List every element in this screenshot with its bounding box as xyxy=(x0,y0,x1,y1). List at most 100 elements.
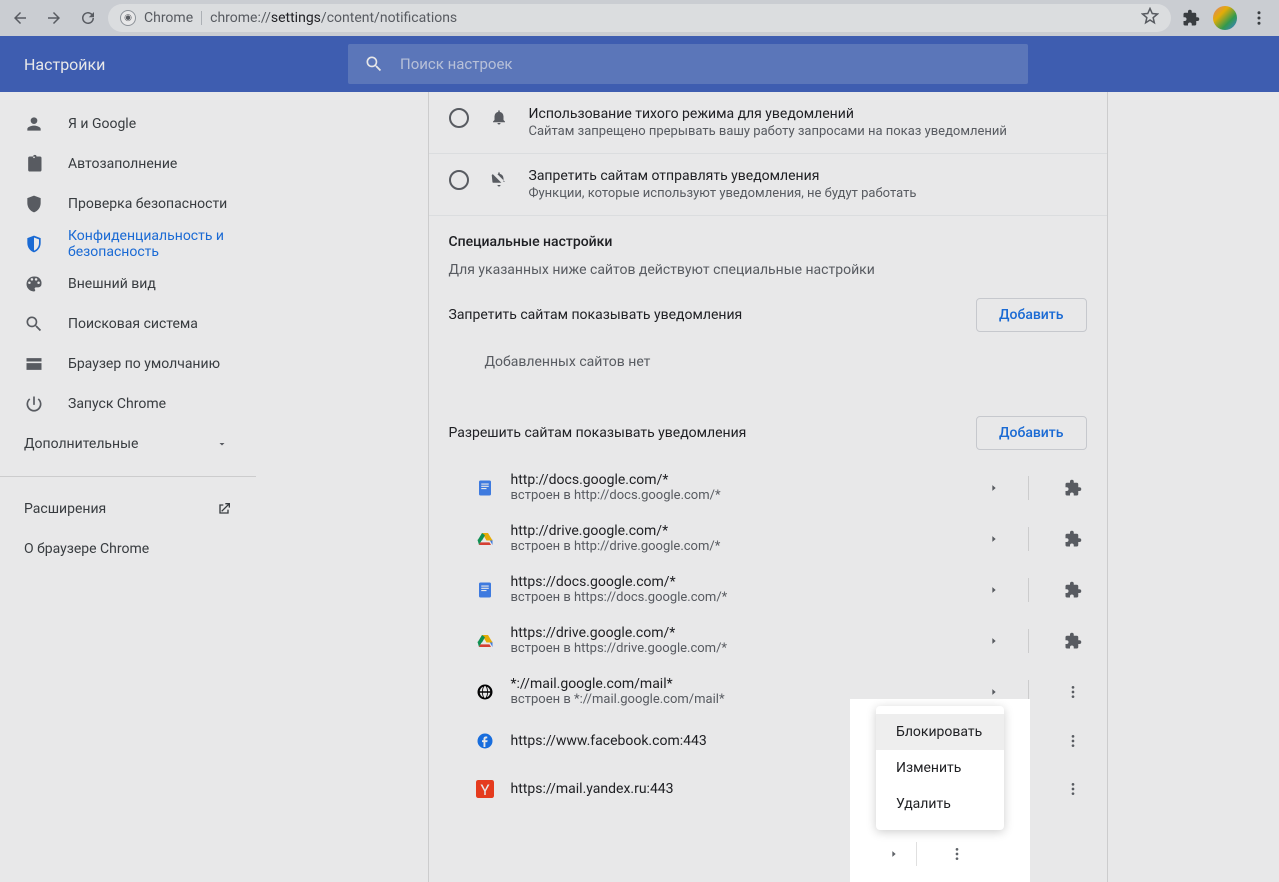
sidebar: Я и Google Автозаполнение Проверка безоп… xyxy=(0,92,256,882)
site-row[interactable]: https://drive.google.com/*встроен в http… xyxy=(429,615,1107,666)
site-favicon xyxy=(475,580,495,600)
sidebar-item-search[interactable]: Поисковая система xyxy=(0,304,256,344)
arrow-icon[interactable] xyxy=(980,525,1008,553)
add-block-button[interactable]: Добавить xyxy=(976,298,1086,332)
site-url: https://docs.google.com/* xyxy=(511,574,964,590)
bell-off-icon xyxy=(489,170,509,188)
site-favicon xyxy=(475,682,495,702)
power-icon xyxy=(24,394,44,414)
block-list-empty: Добавленных сайтов нет xyxy=(429,344,1107,380)
site-favicon xyxy=(475,779,495,799)
option-block-all[interactable]: Запретить сайтам отправлять уведомления … xyxy=(429,154,1107,216)
search-icon xyxy=(24,314,44,334)
sidebar-item-you-and-google[interactable]: Я и Google xyxy=(0,104,256,144)
site-info: https://docs.google.com/*встроен в https… xyxy=(511,574,964,605)
chrome-icon: ◉ xyxy=(120,10,136,26)
shield-icon xyxy=(24,234,44,254)
menu-item-block[interactable]: Блокировать xyxy=(876,714,1004,750)
search-box[interactable] xyxy=(348,44,1028,84)
sidebar-item-autofill[interactable]: Автозаполнение xyxy=(0,144,256,184)
divider xyxy=(1028,578,1029,602)
reload-button[interactable] xyxy=(74,4,102,32)
sidebar-item-label: Проверка безопасности xyxy=(68,196,227,212)
menu-icon[interactable] xyxy=(1245,4,1273,32)
arrow-icon[interactable] xyxy=(980,576,1008,604)
person-icon xyxy=(24,114,44,134)
menu-item-remove[interactable]: Удалить xyxy=(876,786,1004,822)
sidebar-item-label: Запуск Chrome xyxy=(68,396,166,412)
forward-button[interactable] xyxy=(40,4,68,32)
sidebar-item-label: Автозаполнение xyxy=(68,156,177,172)
search-icon xyxy=(364,54,384,74)
sidebar-item-label: Я и Google xyxy=(68,116,136,132)
menu-item-edit[interactable]: Изменить xyxy=(876,750,1004,786)
sidebar-link-extensions[interactable]: Расширения xyxy=(0,489,256,529)
site-row[interactable]: http://drive.google.com/*встроен в http:… xyxy=(429,513,1107,564)
site-url: http://drive.google.com/* xyxy=(511,523,964,539)
divider xyxy=(0,476,256,477)
address-bar[interactable]: ◉ Chrome chrome://settings/content/notif… xyxy=(108,4,1171,32)
site-url: http://docs.google.com/* xyxy=(511,472,964,488)
arrow-icon[interactable] xyxy=(980,474,1008,502)
more-icon[interactable] xyxy=(1059,727,1087,755)
sidebar-link-about[interactable]: О браузере Chrome xyxy=(0,529,256,569)
extensions-icon[interactable] xyxy=(1177,4,1205,32)
option-quiet-mode[interactable]: Использование тихого режима для уведомле… xyxy=(429,92,1107,154)
sidebar-item-label: Дополнительные xyxy=(24,436,138,452)
site-row[interactable]: https://docs.google.com/*встроен в https… xyxy=(429,564,1107,615)
sidebar-item-advanced[interactable]: Дополнительные xyxy=(0,424,256,464)
chevron-down-icon xyxy=(212,438,232,450)
site-embed: встроен в https://docs.google.com/* xyxy=(511,590,964,605)
sidebar-item-default-browser[interactable]: Браузер по умолчанию xyxy=(0,344,256,384)
site-info: http://docs.google.com/*встроен в http:/… xyxy=(511,472,964,503)
sidebar-item-label: Поисковая система xyxy=(68,316,198,332)
site-embed: встроен в http://docs.google.com/* xyxy=(511,488,964,503)
main: Использование тихого режима для уведомле… xyxy=(256,92,1279,882)
more-icon[interactable] xyxy=(1059,775,1087,803)
site-favicon xyxy=(475,478,495,498)
site-favicon xyxy=(475,529,495,549)
window-icon xyxy=(24,354,44,374)
bell-icon xyxy=(489,108,509,126)
site-info: https://drive.google.com/*встроен в http… xyxy=(511,625,964,656)
divider xyxy=(916,842,917,866)
external-link-icon xyxy=(216,501,232,517)
add-allow-button[interactable]: Добавить xyxy=(976,416,1086,450)
extension-icon[interactable] xyxy=(1059,474,1087,502)
url-text: chrome://settings/content/notifications xyxy=(210,10,457,26)
chrome-label: Chrome xyxy=(144,10,193,26)
clipboard-icon xyxy=(24,154,44,174)
shield-check-icon xyxy=(24,194,44,214)
extension-icon[interactable] xyxy=(1059,576,1087,604)
site-url: *://mail.google.com/mail* xyxy=(511,676,964,692)
more-icon[interactable] xyxy=(1059,678,1087,706)
extension-icon[interactable] xyxy=(1059,627,1087,655)
site-row[interactable]: http://docs.google.com/*встроен в http:/… xyxy=(429,462,1107,513)
more-icon[interactable] xyxy=(943,840,971,868)
sidebar-item-safety[interactable]: Проверка безопасности xyxy=(0,184,256,224)
arrow-icon[interactable] xyxy=(880,840,908,868)
site-favicon xyxy=(475,631,495,651)
bookmark-icon[interactable] xyxy=(1141,7,1159,29)
arrow-icon[interactable] xyxy=(980,627,1008,655)
content: Я и Google Автозаполнение Проверка безоп… xyxy=(0,92,1279,882)
radio-icon[interactable] xyxy=(449,108,469,128)
option-text: Запретить сайтам отправлять уведомления … xyxy=(529,168,1087,201)
site-favicon xyxy=(475,731,495,751)
search-input[interactable] xyxy=(400,55,1012,73)
divider xyxy=(1028,476,1029,500)
sidebar-item-appearance[interactable]: Внешний вид xyxy=(0,264,256,304)
sidebar-item-startup[interactable]: Запуск Chrome xyxy=(0,384,256,424)
radio-icon[interactable] xyxy=(449,170,469,190)
extension-icon[interactable] xyxy=(1059,525,1087,553)
allow-list-header: Разрешить сайтам показывать уведомления … xyxy=(429,404,1107,462)
browser-toolbar: ◉ Chrome chrome://settings/content/notif… xyxy=(0,0,1279,36)
sidebar-item-privacy[interactable]: Конфиденциальность и безопасность xyxy=(0,224,256,264)
option-text: Использование тихого режима для уведомле… xyxy=(529,106,1087,139)
profile-avatar[interactable] xyxy=(1211,4,1239,32)
back-button[interactable] xyxy=(6,4,34,32)
custom-section: Специальные настройки Для указанных ниже… xyxy=(429,216,1107,286)
palette-icon xyxy=(24,274,44,294)
site-embed: встроен в http://drive.google.com/* xyxy=(511,539,964,554)
site-context-menu: Блокировать Изменить Удалить xyxy=(876,706,1004,830)
